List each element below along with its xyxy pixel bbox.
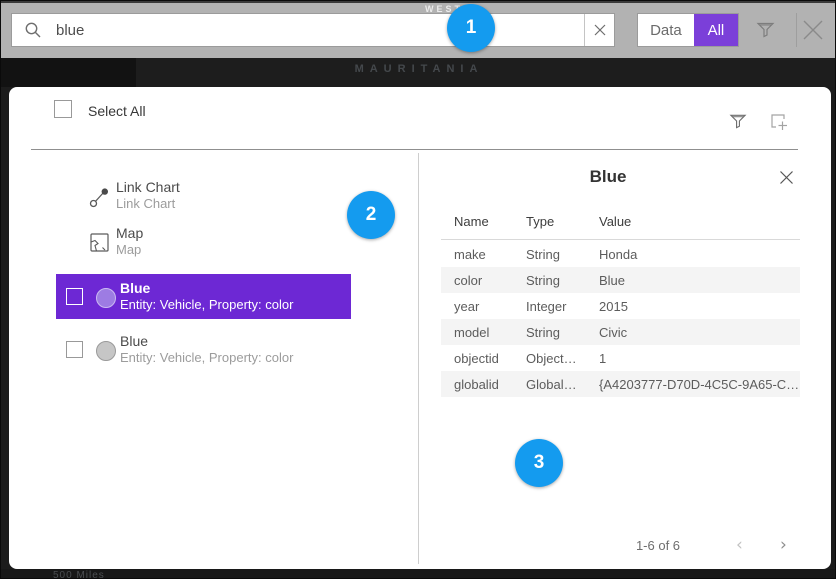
select-all-checkbox[interactable] <box>54 100 72 118</box>
map-icon <box>89 232 110 253</box>
map-background: MAURITANIA <box>1 58 836 87</box>
entity-circle-icon <box>96 288 116 308</box>
table-row: globalid Global… {A4203777-D70D-4C5C-9A6… <box>441 371 800 397</box>
list-detail-divider <box>418 153 419 564</box>
table-row: color String Blue <box>441 267 800 293</box>
search-input[interactable]: blue <box>56 22 584 39</box>
list-item-title: Blue <box>120 280 150 296</box>
list-item-subtitle: Entity: Vehicle, Property: color <box>120 350 293 365</box>
chevron-left-icon[interactable]: ‹ <box>736 535 743 555</box>
column-header-name: Name <box>454 214 489 229</box>
clear-icon <box>594 24 606 36</box>
item-checkbox[interactable] <box>66 288 83 305</box>
callout-badge-2: 2 <box>347 191 395 239</box>
detail-close-icon[interactable] <box>779 170 794 185</box>
entity-circle-icon <box>96 341 116 361</box>
map-label-mauritania: MAURITANIA <box>1 63 836 75</box>
search-toolbar: WESTER blue Data All <box>1 1 836 58</box>
toggle-option-all[interactable]: All <box>694 14 738 46</box>
table-row: make String Honda <box>441 241 800 267</box>
list-item-subtitle: Link Chart <box>116 196 175 211</box>
list-item-blue[interactable]: Blue Entity: Vehicle, Property: color <box>56 327 351 372</box>
map-background-bottom: 500 Miles <box>1 569 836 579</box>
column-header-type: Type <box>526 214 554 229</box>
toolbar-divider <box>796 13 797 47</box>
close-icon[interactable] <box>800 17 826 43</box>
table-row: objectid Object… 1 <box>441 345 800 371</box>
pagination-label: 1-6 of 6 <box>618 538 698 553</box>
link-chart-icon <box>89 187 110 208</box>
table-row: year Integer 2015 <box>441 293 800 319</box>
filter-results-icon[interactable] <box>729 112 747 130</box>
select-all-label: Select All <box>88 103 146 119</box>
app-window: WESTER blue Data All MAURITANIA Sel <box>0 0 836 579</box>
search-box[interactable]: blue <box>11 13 615 47</box>
callout-badge-1: 1 <box>447 4 495 52</box>
data-all-toggle: Data All <box>637 13 739 47</box>
callout-badge-3: 3 <box>515 439 563 487</box>
search-icon <box>24 21 42 39</box>
list-item-subtitle: Map <box>116 242 141 257</box>
list-item-blue-selected[interactable]: Blue Entity: Vehicle, Property: color <box>56 274 351 319</box>
column-header-value: Value <box>599 214 631 229</box>
add-selection-icon[interactable] <box>769 112 789 132</box>
list-item-title: Link Chart <box>116 179 180 195</box>
filter-icon[interactable] <box>756 20 775 39</box>
chevron-right-icon[interactable]: › <box>780 535 787 555</box>
clear-search-button[interactable] <box>584 14 614 46</box>
table-header-divider <box>441 239 800 240</box>
map-scale-label: 500 Miles <box>53 570 105 579</box>
list-item-title: Blue <box>120 333 148 349</box>
detail-title: Blue <box>418 167 798 187</box>
list-item-subtitle: Entity: Vehicle, Property: color <box>120 297 293 312</box>
toggle-option-data[interactable]: Data <box>638 14 694 46</box>
search-results-panel: Select All Link Chart Link Chart Map Map <box>9 87 831 569</box>
item-checkbox[interactable] <box>66 341 83 358</box>
panel-divider <box>31 149 798 150</box>
table-row: model String Civic <box>441 319 800 345</box>
list-item-title: Map <box>116 225 143 241</box>
